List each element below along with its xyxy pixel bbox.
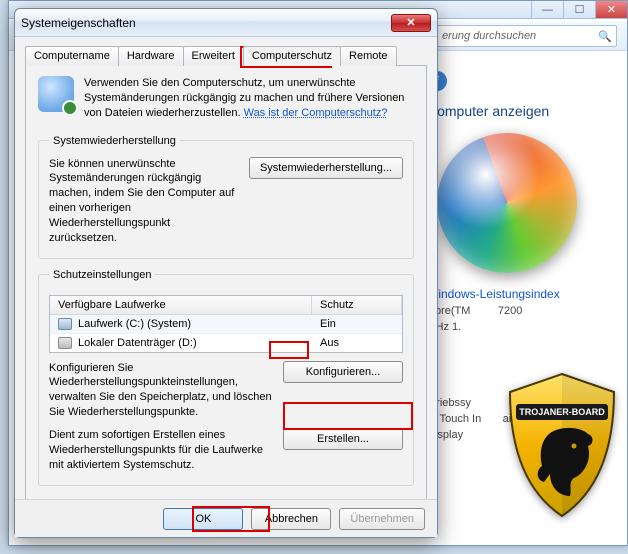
windows-experience-link[interactable]: Windows-Leistungsindex <box>427 287 617 301</box>
apply-button[interactable]: Übernehmen <box>339 508 425 530</box>
create-restore-text: Dient zum sofortigen Erstellen eines Wie… <box>49 428 273 473</box>
system-restore-text: Sie können unerwünschte Systemänderungen… <box>49 157 239 246</box>
search-icon: 🔍 <box>598 30 612 43</box>
dialog-footer: OK Abbrechen Übernehmen <box>15 499 437 537</box>
drive-row-d[interactable]: Lokaler Datenträger (D:) Aus <box>50 334 402 352</box>
cancel-button[interactable]: Abbrechen <box>251 508 331 530</box>
bg-close-button[interactable]: ✕ <box>595 1 627 18</box>
bg-maximize-button[interactable]: ☐ <box>563 1 595 18</box>
group-protection-settings: Schutzeinstellungen Verfügbare Laufwerke… <box>38 269 414 486</box>
bg-search-placeholder: erung durchsuchen <box>442 30 536 42</box>
tab-remote[interactable]: Remote <box>340 46 397 66</box>
bg-headline: Computer anzeigen <box>427 103 617 119</box>
drive-list-header: Verfügbare Laufwerke Schutz <box>50 296 402 315</box>
tab-bar: Computername Hardware Erweitert Computer… <box>25 45 427 66</box>
trojaner-board-badge: TROJANER-BOARD <box>502 370 622 520</box>
tab-pane-computerschutz: Verwenden Sie den Computerschutz, um une… <box>25 66 427 499</box>
tab-computerschutz[interactable]: Computerschutz <box>243 46 341 66</box>
drive-row-c[interactable]: Laufwerk (C:) (System) Ein <box>50 315 402 334</box>
system-restore-button[interactable]: Systemwiederherstellung... <box>249 157 403 179</box>
group-system-restore: Systemwiederherstellung Sie können unerw… <box>38 135 414 259</box>
drive-icon <box>58 318 72 330</box>
drive-status: Aus <box>312 334 402 352</box>
drive-name: Laufwerk (C:) (System) <box>78 318 191 330</box>
windows-logo-icon <box>437 133 577 273</box>
col-protection: Schutz <box>312 296 402 314</box>
drive-list[interactable]: Verfügbare Laufwerke Schutz Laufwerk (C:… <box>49 295 403 353</box>
system-protection-icon <box>38 76 74 112</box>
tab-erweitert[interactable]: Erweitert <box>183 46 244 66</box>
shield-label: TROJANER-BOARD <box>519 407 605 417</box>
configure-button[interactable]: Konfigurieren... <box>283 361 403 383</box>
intro-block: Verwenden Sie den Computerschutz, um une… <box>38 76 414 121</box>
legend-system-restore: Systemwiederherstellung <box>49 135 180 147</box>
drive-icon <box>58 337 72 349</box>
tab-computername[interactable]: Computername <box>25 46 119 66</box>
cpu-line-2: GHz 1. <box>427 321 617 333</box>
configure-text: Konfigurieren Sie Wiederherstellungspunk… <box>49 361 273 420</box>
dialog-titlebar[interactable]: Systemeigenschaften ✕ <box>15 9 437 37</box>
tab-hardware[interactable]: Hardware <box>118 46 184 66</box>
dialog-body: Computername Hardware Erweitert Computer… <box>15 37 437 499</box>
bg-minimize-button[interactable]: — <box>531 1 563 18</box>
what-is-system-protection-link[interactable]: Was ist der Computerschutz? <box>244 107 388 119</box>
create-restore-button[interactable]: Erstellen... <box>283 428 403 450</box>
system-properties-dialog: Systemeigenschaften ✕ Computername Hardw… <box>14 8 438 538</box>
drive-status: Ein <box>312 315 402 333</box>
drive-name: Lokaler Datenträger (D:) <box>78 337 197 349</box>
bg-search-input[interactable]: erung durchsuchen 🔍 <box>437 25 617 47</box>
intro-text: Verwenden Sie den Computerschutz, um une… <box>84 76 414 121</box>
cpu-line-1: Core(TM 7200 <box>427 305 617 317</box>
dialog-close-button[interactable]: ✕ <box>391 14 431 32</box>
ok-button[interactable]: OK <box>163 508 243 530</box>
legend-protection-settings: Schutzeinstellungen <box>49 269 155 281</box>
col-available-drives: Verfügbare Laufwerke <box>50 296 312 314</box>
dialog-title: Systemeigenschaften <box>21 16 136 30</box>
